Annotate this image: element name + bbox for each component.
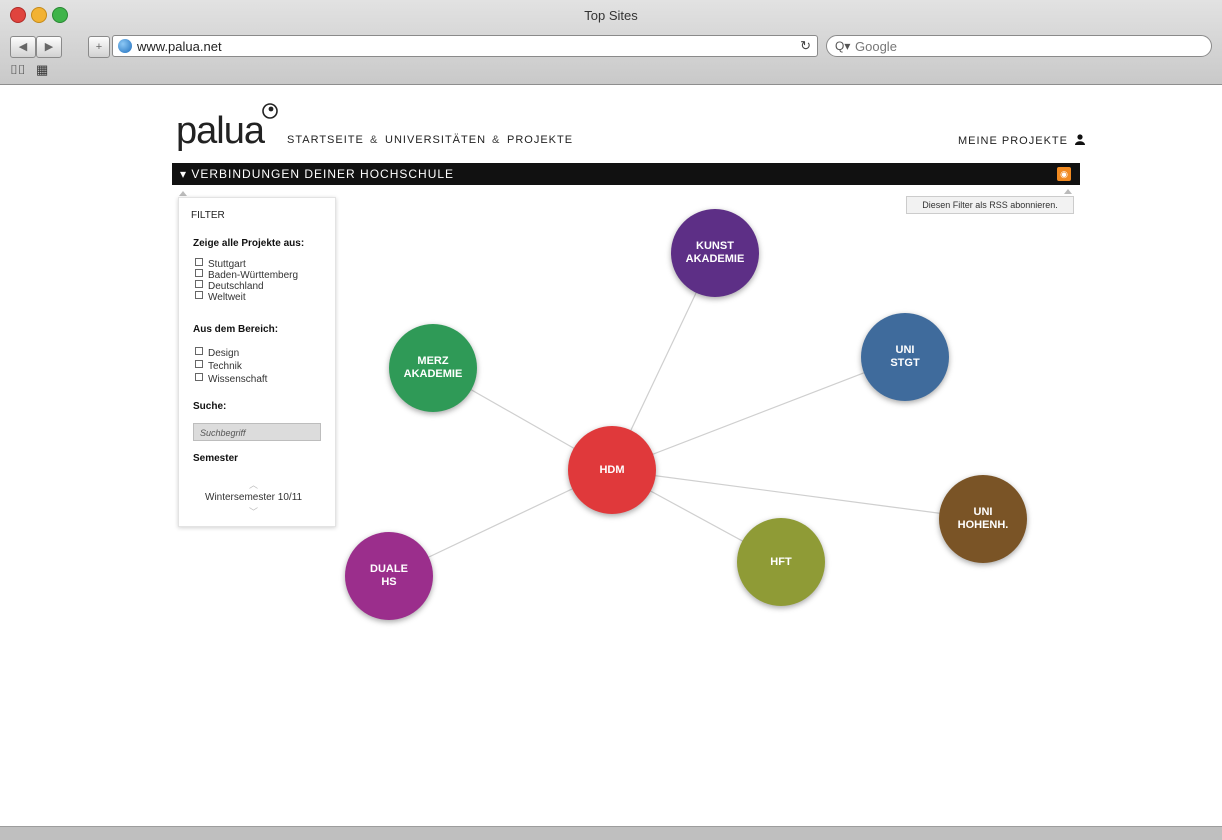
filter-panel: FILTER Zeige alle Projekte aus: Stuttgar… [178,197,336,527]
node-uni-stgt[interactable]: UNI STGT [861,313,949,401]
edge-hdm-hohenh [611,469,984,520]
checkbox-box[interactable] [195,347,203,355]
checkbox-technik[interactable]: Technik [195,360,242,372]
checkbox-box[interactable] [195,258,203,266]
area-label: Aus dem Bereich: [193,324,279,335]
node-kunst-akademie[interactable]: KUNST AKADEMIE [671,209,759,297]
checkbox-label: Wissenschaft [208,374,268,385]
checkbox-label: Weltweit [208,292,246,303]
semester-label: Semester [193,453,239,464]
checkbox-label: Technik [208,361,242,372]
checkbox-wissenschaft[interactable]: Wissenschaft [195,373,267,385]
checkbox-weltweit[interactable]: Weltweit [195,291,246,303]
locations-label: Zeige alle Projekte aus: [193,238,305,249]
search-input[interactable]: Suchbegriff [193,423,321,441]
node-hdm[interactable]: HDM [568,426,656,514]
checkbox-box[interactable] [195,360,203,368]
filter-heading: FILTER [191,210,225,221]
chevron-down-icon[interactable]: ﹀ [249,505,258,518]
semester-value[interactable]: Wintersemester 10/11 [205,492,302,503]
checkbox-box[interactable] [195,373,203,381]
window-bottom-bar [0,826,1222,840]
node-uni-hohenheim[interactable]: UNI HOHENH. [939,475,1027,563]
search-label: Suche: [193,401,227,412]
node-hft[interactable]: HFT [737,518,825,606]
node-duale-hs[interactable]: DUALE HS [345,532,433,620]
checkbox-design[interactable]: Design [195,347,239,359]
checkbox-box[interactable] [195,269,203,277]
edge-hdm-unistgt [611,356,906,471]
chevron-up-icon[interactable]: ︿ [249,478,258,491]
checkbox-box[interactable] [195,291,203,299]
node-merz-akademie[interactable]: MERZ AKADEMIE [389,324,477,412]
checkbox-box[interactable] [195,280,203,288]
checkbox-label: Design [208,348,240,359]
